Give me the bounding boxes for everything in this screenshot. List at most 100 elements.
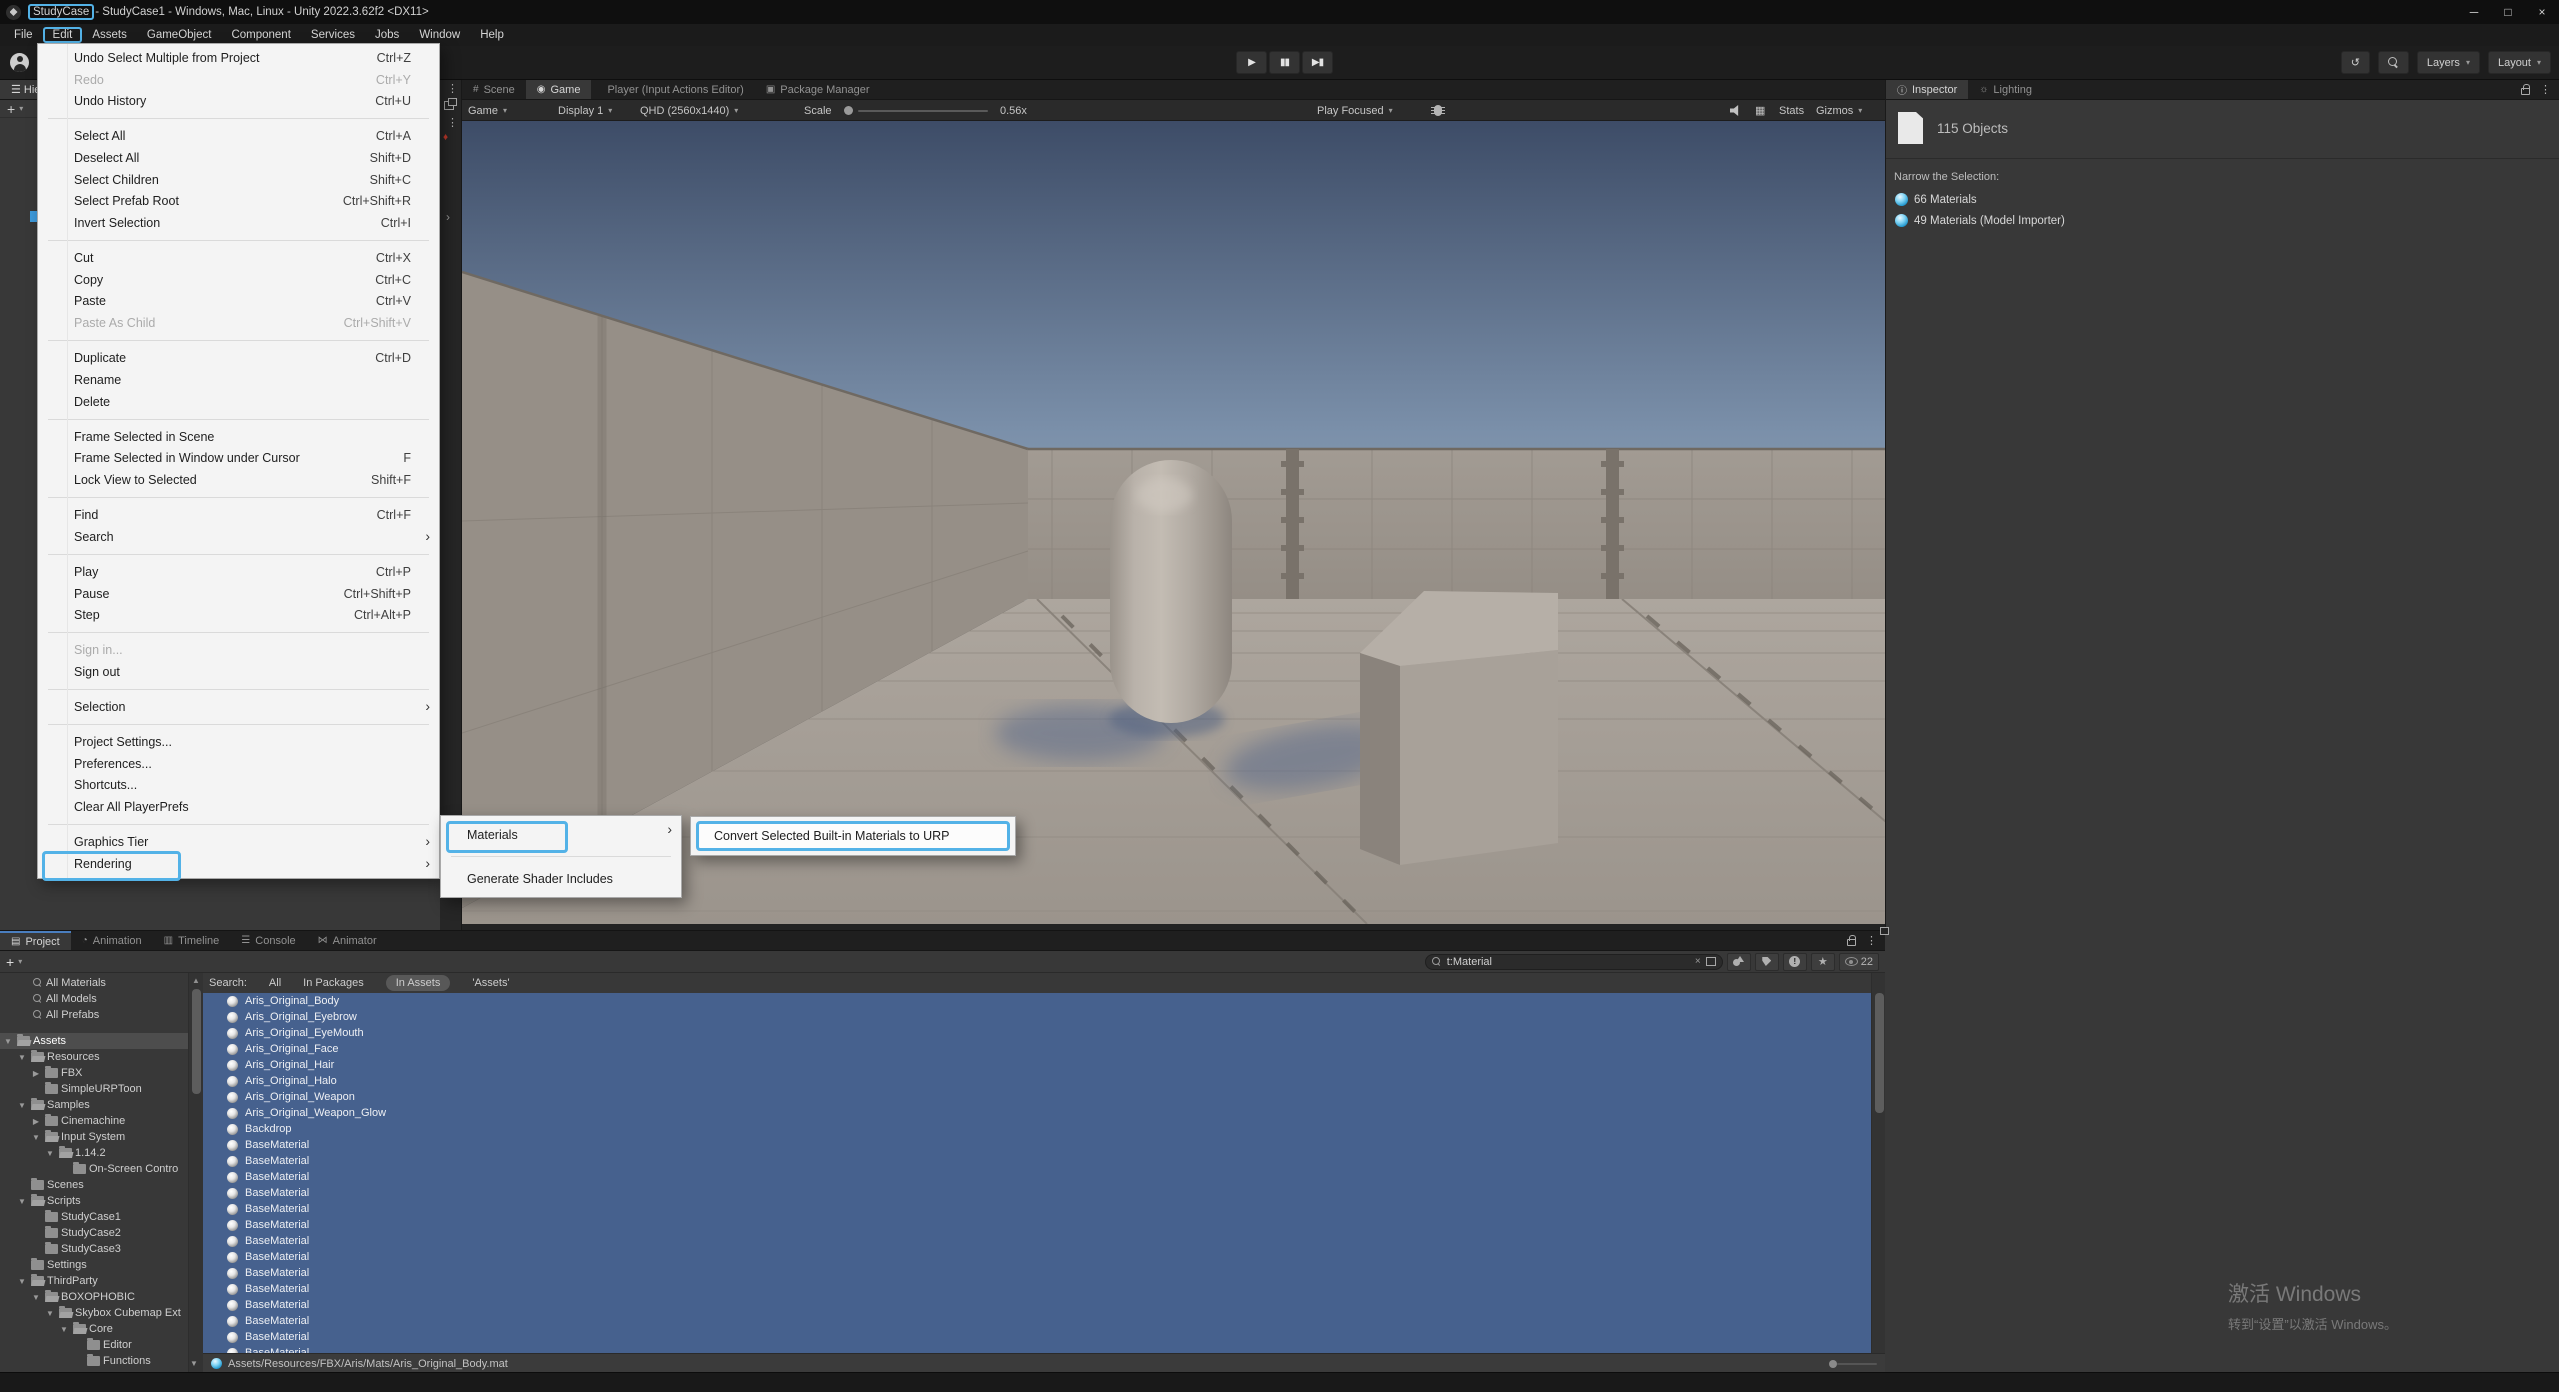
favorite-search-item[interactable]: All Materials (0, 975, 188, 991)
list-scrollbar[interactable]: ▼ (1871, 973, 1885, 1372)
menu-item[interactable]: Duplicate Ctrl+D (38, 347, 439, 369)
material-list-item[interactable]: BaseMaterial (203, 1265, 1871, 1281)
tree-folder-item[interactable]: ▶Cinemachine (0, 1113, 188, 1129)
search-input[interactable] (1447, 956, 1690, 968)
pane-menu-icon[interactable]: ⋮ (2540, 83, 2551, 96)
favorite-search-item[interactable]: All Prefabs (0, 1007, 188, 1023)
material-list-item[interactable]: Aris_Original_Face (203, 1041, 1871, 1057)
tree-folder-item[interactable]: Functions (0, 1353, 188, 1369)
expand-chevron-icon[interactable]: › (446, 210, 450, 224)
tree-folder-item[interactable]: ▼1.14.2 (0, 1145, 188, 1161)
project-search-field[interactable]: × (1425, 954, 1723, 970)
material-list-item[interactable]: Aris_Original_EyeMouth (203, 1025, 1871, 1041)
scope-in-packages[interactable]: In Packages (303, 977, 364, 989)
debug-bug-icon[interactable] (1434, 100, 1442, 121)
game-render-view[interactable] (462, 121, 1885, 924)
tab-inspector[interactable]: ☼Lighting (1968, 80, 2043, 99)
bottom-tab[interactable]: ☰Console (230, 931, 306, 950)
thumbnail-zoom-slider[interactable] (1829, 1360, 1877, 1368)
bottom-tab[interactable]: ▥Timeline (153, 931, 231, 950)
material-list-item[interactable]: BaseMaterial (203, 1313, 1871, 1329)
view-tab[interactable]: ◉Game (526, 80, 592, 99)
mute-audio-icon[interactable] (1730, 100, 1742, 121)
pane-menu-icon[interactable]: ⋮ (447, 82, 458, 95)
material-list-item[interactable]: Aris_Original_Weapon (203, 1089, 1871, 1105)
menubar-item[interactable]: Window (409, 27, 470, 43)
menu-item[interactable] (48, 724, 429, 725)
menubar-item[interactable]: Component (221, 27, 300, 43)
menu-item[interactable]: Paste Ctrl+V (38, 291, 439, 313)
menu-item[interactable]: Undo Select Multiple from Project Ctrl+Z (38, 47, 439, 69)
menu-item[interactable]: Selection › (38, 696, 439, 718)
menu-item[interactable] (48, 419, 429, 420)
scroll-up-icon[interactable]: ▲ (192, 976, 200, 985)
vsync-grid-icon[interactable]: ▦ (1755, 100, 1765, 121)
tree-folder-item[interactable]: ▶FBX (0, 1065, 188, 1081)
menu-item[interactable]: Redo Ctrl+Y (38, 69, 439, 91)
expand-arrow-icon[interactable]: ▶ (30, 1069, 42, 1078)
menubar-item[interactable]: Assets (82, 27, 137, 43)
bottom-tab[interactable]: ▤Project (0, 931, 71, 950)
menu-item[interactable]: Generate Shader Includes (441, 863, 681, 894)
menu-item[interactable]: Deselect All Shift+D (38, 147, 439, 169)
menu-item[interactable]: Undo History Ctrl+U (38, 90, 439, 112)
menubar-item[interactable]: GameObject (137, 27, 222, 43)
material-list-item[interactable]: BaseMaterial (203, 1217, 1871, 1233)
scope-all[interactable]: All (269, 977, 281, 989)
tree-folder-item[interactable]: ▼Input System (0, 1129, 188, 1145)
menu-item[interactable]: Select Prefab Root Ctrl+Shift+R (38, 191, 439, 213)
material-list-item[interactable]: BaseMaterial (203, 1201, 1871, 1217)
tab-inspector[interactable]: ⓘInspector (1886, 80, 1968, 99)
minimize-button[interactable]: ─ (2457, 0, 2491, 24)
tree-folder-item[interactable]: ▼Resources (0, 1049, 188, 1065)
tree-folder-item[interactable]: Scenes (0, 1177, 188, 1193)
tree-folder-item[interactable]: Settings (0, 1257, 188, 1273)
lock-icon[interactable] (2521, 88, 2530, 95)
resolution-dropdown[interactable]: QHD (2560x1440)▾ (640, 100, 738, 121)
tree-folder-item[interactable]: Editor (0, 1337, 188, 1353)
favorite-search-item[interactable]: All Models (0, 991, 188, 1007)
tree-scrollbar[interactable]: ▲ (188, 973, 203, 1372)
material-list-item[interactable]: BaseMaterial (203, 1329, 1871, 1345)
selection-filter-row[interactable]: 49 Materials (Model Importer) (1886, 210, 2559, 231)
layers-dropdown[interactable]: Layers▾ (2417, 51, 2480, 74)
play-button[interactable]: ▶ (1236, 51, 1267, 74)
hidden-packages-button[interactable]: ! (1783, 953, 1807, 971)
menu-item[interactable]: Delete (38, 391, 439, 413)
convert-materials-menu-item[interactable]: Convert Selected Built-in Materials to U… (696, 821, 1010, 851)
expand-arrow-icon[interactable]: ▼ (30, 1133, 42, 1142)
bottom-tab[interactable]: ◔Animation (71, 931, 153, 950)
menu-item[interactable]: Select All Ctrl+A (38, 125, 439, 147)
menu-item[interactable]: Invert Selection Ctrl+I (38, 212, 439, 234)
pane-menu-icon[interactable]: ⋮ (447, 116, 458, 129)
menu-item[interactable] (48, 824, 429, 825)
tree-folder-item[interactable]: On-Screen Contro (0, 1161, 188, 1177)
expand-arrow-icon[interactable]: ▶ (30, 1117, 42, 1126)
tree-folder-item[interactable]: StudyCase2 (0, 1225, 188, 1241)
menu-item[interactable]: Lock View to Selected Shift+F (38, 469, 439, 491)
tree-folder-item[interactable]: ▼Assets (0, 1033, 188, 1049)
menu-item[interactable] (48, 632, 429, 633)
expand-arrow-icon[interactable]: ▼ (16, 1197, 28, 1206)
menu-item[interactable]: Graphics Tier › (38, 831, 439, 853)
material-list-item[interactable]: BaseMaterial (203, 1169, 1871, 1185)
menu-item[interactable] (48, 497, 429, 498)
float-window-icon[interactable] (444, 101, 454, 110)
menu-item[interactable]: Step Ctrl+Alt+P (38, 604, 439, 626)
menu-item[interactable]: Frame Selected in Window under Cursor F (38, 448, 439, 470)
scale-slider[interactable] (844, 100, 988, 121)
menu-item[interactable]: Pause Ctrl+Shift+P (38, 583, 439, 605)
material-list-item[interactable]: BaseMaterial (203, 1249, 1871, 1265)
tree-folder-item[interactable]: ▼Core (0, 1321, 188, 1337)
display-dropdown[interactable]: Display 1▾ (558, 100, 612, 121)
expand-arrow-icon[interactable]: ▼ (16, 1277, 28, 1286)
menu-item[interactable]: Rendering › (38, 853, 439, 875)
menu-item[interactable] (451, 856, 671, 857)
hierarchy-add-button[interactable]: + (7, 101, 15, 117)
menu-item[interactable] (48, 240, 429, 241)
menu-item[interactable]: Preferences... (38, 753, 439, 775)
visibility-count-button[interactable]: 22 (1839, 953, 1879, 971)
tree-folder-item[interactable]: ▼BOXOPHOBIC (0, 1289, 188, 1305)
expand-arrow-icon[interactable]: ▼ (44, 1149, 56, 1158)
menubar-item[interactable]: Help (470, 27, 514, 43)
